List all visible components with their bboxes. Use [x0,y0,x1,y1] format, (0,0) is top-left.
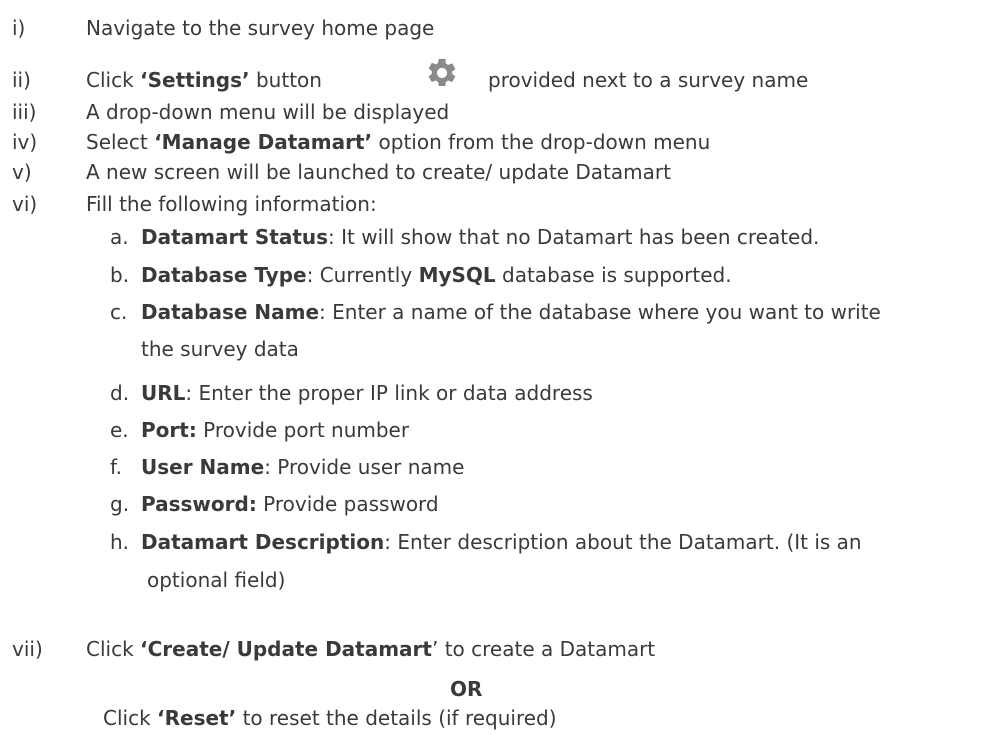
step-text-pre: Click [86,637,141,661]
field-text: Database Type: Currently MySQL database … [141,263,732,287]
step-number: v) [12,160,32,184]
step-text-mid: button [249,68,322,92]
field-description: Provide password [256,492,439,516]
step-text: Select ‘Manage Datamart’ option from the… [86,130,710,154]
field-text: Datamart Status: It will show that no Da… [141,225,819,249]
field-letter: b. [110,263,130,287]
create-update-datamart-label: ‘Create/ Update Datamart [140,637,432,661]
field-description: : Enter the proper IP link or data addre… [185,381,593,405]
field-label: Password: [141,492,257,516]
step-number: ii) [12,68,31,92]
step-number: i) [12,16,26,40]
step-number: vii) [12,637,43,661]
step-text: A drop-down menu will be displayed [86,100,450,124]
field-description: : Currently [306,263,419,287]
instruction-document: i) Navigate to the survey home page ii) … [0,0,1007,735]
step-text-pre: Click [86,68,141,92]
field-label: User Name [141,455,265,479]
mysql-label: MySQL [418,263,496,287]
step-text: Fill the following information: [86,192,377,216]
gear-icon [428,58,456,87]
step-number: iii) [12,100,37,124]
step-text-pre: Select [86,130,155,154]
step-number: vi) [12,192,38,216]
field-description: : Enter a name of the database where you… [319,300,881,324]
field-description-continued: the survey data [141,337,299,361]
step-text: Click ‘Settings’ button [86,68,322,92]
settings-label: ‘Settings’ [140,68,250,92]
field-text: Port: Provide port number [141,418,409,442]
step-number: iv) [12,130,38,154]
step-text: Navigate to the survey home page [86,16,435,40]
field-label: Database Name [141,300,320,324]
field-description: : It will show that no Datamart has been… [328,225,820,249]
field-text: URL: Enter the proper IP link or data ad… [141,381,593,405]
field-label: Datamart Status [141,225,329,249]
or-separator: OR [450,677,483,701]
step-text: A new screen will be launched to create/… [86,160,671,184]
step-text: Click ‘Create/ Update Datamart’ to creat… [86,637,655,661]
field-text: Password: Provide password [141,492,439,516]
step-text-post: ’ to create a Datamart [431,637,656,661]
reset-text-pre: Click [103,706,158,730]
step-text-post: option from the drop-down menu [372,130,711,154]
field-description: : Enter description about the Datamart. … [384,530,862,554]
reset-instruction: Click ‘Reset’ to reset the details (if r… [103,706,557,730]
field-description-continued: optional field) [147,568,286,592]
step-text-post: provided next to a survey name [488,68,809,92]
field-text: Datamart Description: Enter description … [141,530,862,554]
reset-text-post: to reset the details (if required) [236,706,557,730]
manage-datamart-label: ‘Manage Datamart’ [154,130,373,154]
field-letter: c. [110,300,128,324]
reset-label: ‘Reset’ [157,706,237,730]
field-letter: d. [110,381,130,405]
field-letter: h. [110,530,130,554]
field-label: URL [141,381,186,405]
field-label: Database Type [141,263,307,287]
field-label: Port: [141,418,197,442]
field-text: Database Name: Enter a name of the datab… [141,300,881,324]
field-letter: a. [110,225,129,249]
field-description: : Provide user name [264,455,465,479]
field-description-end: database is supported. [495,263,732,287]
field-letter: e. [110,418,129,442]
field-label: Datamart Description [141,530,385,554]
field-text: User Name: Provide user name [141,455,464,479]
field-letter: g. [110,492,130,516]
field-letter: f. [110,455,122,479]
field-description: Provide port number [196,418,410,442]
